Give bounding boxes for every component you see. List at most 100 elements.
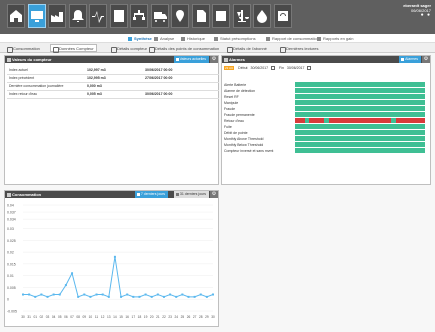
data-point [150, 295, 153, 298]
data-point [199, 293, 202, 296]
data-point [193, 295, 196, 298]
data-point [52, 293, 55, 296]
x-tick-label: 24 [174, 315, 178, 319]
alarm-cell[interactable] [419, 106, 425, 111]
last-31-days-tab[interactable]: 31 derniers jours [173, 191, 209, 198]
meter-values-table: Index actuel 102,997 m3 30/06/2017 00:00 In… [7, 66, 219, 99]
alarm-cell[interactable] [419, 94, 425, 99]
building-nav-button[interactable] [109, 4, 128, 28]
nav-item-5[interactable]: Rapports en gain [317, 35, 353, 42]
alarm-type-label: Compteur inversé et sans mvmt [224, 149, 274, 153]
data-point [71, 272, 74, 275]
bell-nav-button[interactable] [68, 4, 87, 28]
x-tick-label: 03 [46, 315, 50, 319]
nav-item-0[interactable]: Synthèse [128, 35, 152, 42]
filter-badge[interactable]: 23 AU [224, 66, 235, 70]
gauge-nav-button[interactable] [273, 4, 292, 28]
alarms-tab[interactable]: Alarmes [399, 56, 421, 63]
tab-3[interactable]: Détails des points de consommation [146, 44, 222, 53]
alarms-panel: Alarmes Alarmes ⚙ 23 AU Début 30/06/2017 … [221, 55, 431, 185]
nav-item-2[interactable]: Historique [181, 35, 205, 42]
nav-item-4[interactable]: Rapport de consommation [266, 35, 319, 42]
alarm-cell[interactable] [419, 124, 425, 129]
data-point [175, 295, 178, 298]
x-tick-label: 12 [101, 315, 105, 319]
x-tick-label: 18 [138, 315, 142, 319]
alarm-cell[interactable] [419, 88, 425, 93]
data-point [107, 295, 110, 298]
x-tick-label: 13 [107, 315, 111, 319]
scale-icon [236, 10, 249, 22]
meter-values-title: Valeurs du compteur [12, 57, 52, 62]
alarm-cell[interactable] [419, 100, 425, 105]
gear-icon[interactable]: ⚙ [210, 56, 218, 63]
chart-icon [7, 192, 11, 197]
data-point [132, 295, 135, 298]
alarm-cell[interactable] [419, 148, 425, 153]
tab-4[interactable]: Détails de l'abonné [224, 44, 270, 53]
factory-nav-button[interactable] [48, 4, 66, 28]
alarm-cell[interactable] [419, 118, 425, 123]
alarms-tab-label: Alarmes [405, 57, 418, 61]
data-point [64, 284, 67, 287]
truck-icon [153, 12, 167, 22]
nav-item-1[interactable]: Analyse [154, 35, 174, 42]
monitor-icon [30, 11, 43, 22]
map-pin-nav-button[interactable] [171, 4, 189, 28]
consumption-title: Consommation [12, 192, 42, 197]
tab-5[interactable]: Dernières lectures [277, 44, 321, 53]
alarm-icon [224, 57, 228, 62]
alarm-cell[interactable] [419, 130, 425, 135]
start-date-input[interactable]: 30/06/2017 [251, 66, 269, 70]
tab-1[interactable]: Données Compteur [50, 44, 97, 53]
last-7-days-label: 7 derniers jours [140, 192, 165, 196]
drop-nav-button[interactable] [253, 4, 271, 28]
y-tick-label: 0 [7, 298, 9, 302]
pulse-nav-button[interactable] [89, 4, 107, 28]
last-7-days-tab[interactable]: 7 derniers jours [134, 191, 168, 198]
alarm-cell[interactable] [419, 136, 425, 141]
calendar-icon[interactable] [271, 66, 276, 71]
x-tick-label: 30 [21, 315, 25, 319]
document-nav-button[interactable] [191, 4, 210, 28]
nav-item-3[interactable]: Statut présomptions [214, 35, 256, 42]
alarm-cell[interactable] [419, 112, 425, 117]
home-nav-button[interactable] [7, 4, 25, 28]
gear-icon[interactable]: ⚙ [422, 56, 430, 63]
data-point [77, 295, 80, 298]
end-date-input[interactable]: 30/06/2017 [287, 66, 305, 70]
data-point [83, 293, 86, 296]
data-point [113, 255, 116, 258]
tab-2[interactable]: Détails compteur [108, 44, 150, 53]
calendar-icon[interactable] [307, 66, 312, 71]
x-tick-label: 10 [89, 315, 93, 319]
truck-nav-button[interactable] [150, 4, 169, 28]
cell-date: 30/06/2017 00:00 [143, 90, 219, 99]
data-point [40, 293, 43, 296]
building-icon [113, 10, 124, 22]
current-values-tab[interactable]: Valeurs actuelles [173, 56, 209, 63]
x-tick-label: 28 [199, 315, 203, 319]
data-point [95, 293, 98, 296]
user-info[interactable]: eberardt sager 06/06/2017 ● ● [403, 3, 431, 18]
cell-label: Index actuel [7, 66, 85, 75]
data-point [205, 295, 208, 298]
consumption-chart: 0.04 0.037 0.034 0.03 0.025 0.02 0.015 0.01 0.00… [5, 199, 219, 324]
meter-values-panel: Valeurs du compteur Valeurs actuelles ⚙ … [4, 55, 219, 185]
network-icon [133, 10, 145, 20]
monitor-nav-button[interactable] [27, 4, 46, 28]
current-values-tab-label: Valeurs actuelles [179, 57, 206, 61]
data-point [46, 295, 49, 298]
alarm-cell[interactable] [419, 82, 425, 87]
network-nav-button[interactable] [130, 4, 148, 28]
list-nav-button[interactable] [212, 4, 230, 28]
y-tick-label: 0.04 [7, 204, 14, 208]
drop-icon [257, 10, 267, 23]
tab-0[interactable]: Consommation [4, 44, 43, 53]
x-tick-label: 04 [52, 315, 56, 319]
alarm-cell[interactable] [419, 142, 425, 147]
data-point [181, 293, 184, 296]
gear-icon[interactable]: ⚙ [210, 191, 218, 198]
primary-subnav: Synthèse Analyse Historique Statut présompt… [0, 34, 435, 43]
scale-nav-button[interactable] [232, 4, 251, 28]
